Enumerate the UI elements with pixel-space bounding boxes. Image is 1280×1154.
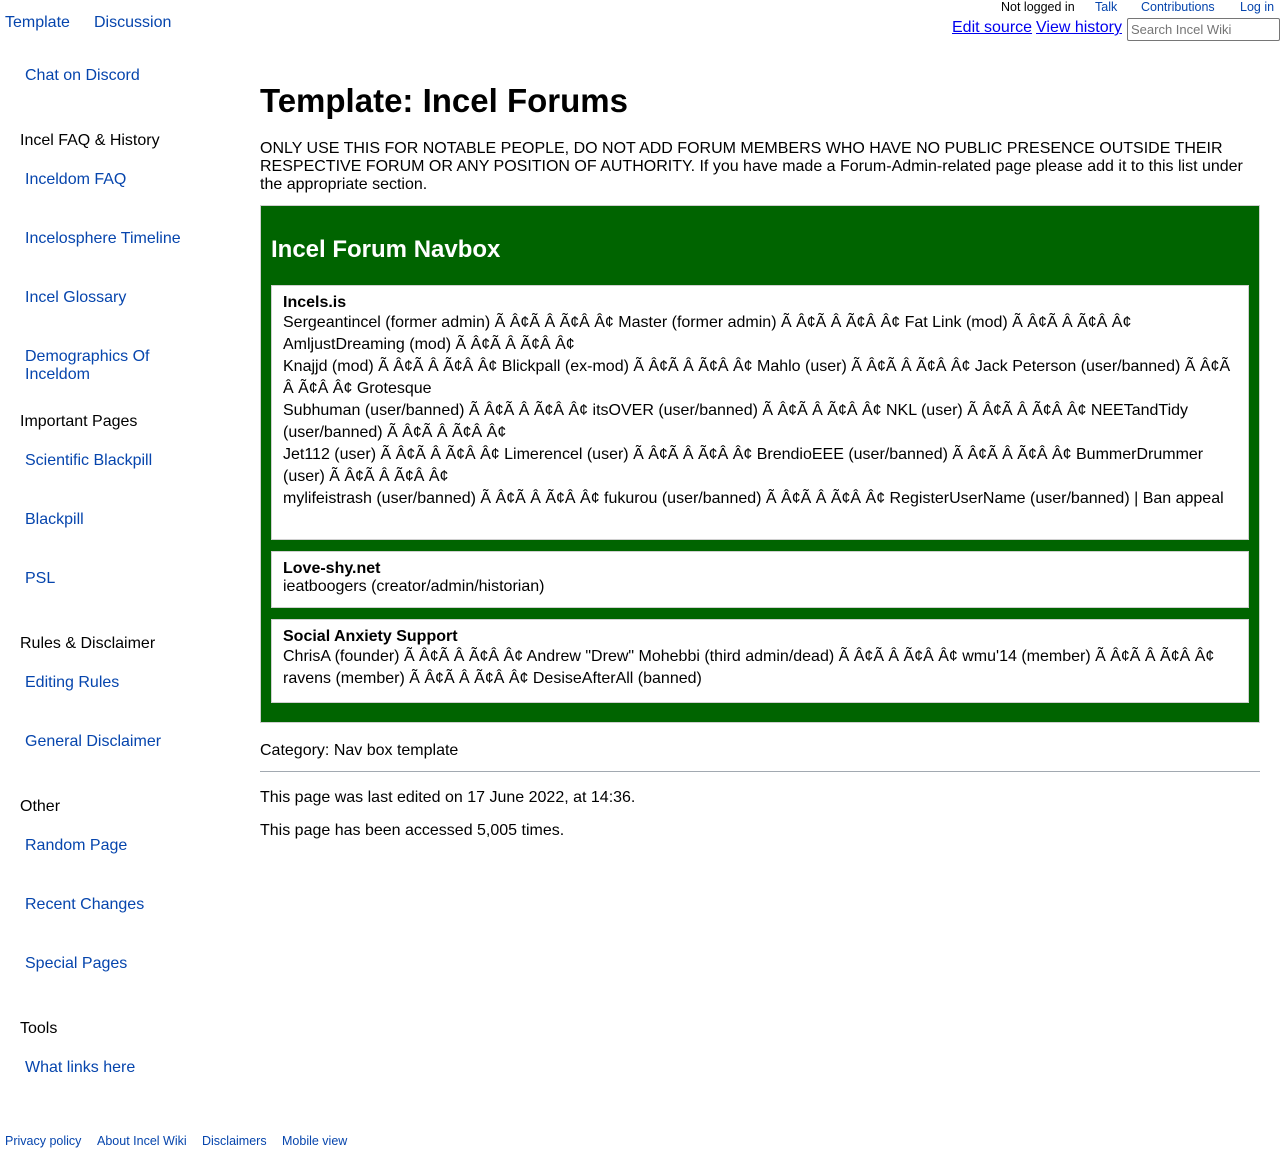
about-link[interactable]: About Incel Wiki [97, 1134, 187, 1148]
category-link[interactable]: Category: Nav box template [260, 742, 458, 760]
sidebar-heading-faq: Incel FAQ & History [20, 132, 160, 149]
navbox-group-social-anxiety-support: Social Anxiety Support ChrisA (founder) … [271, 619, 1249, 703]
talk-link[interactable]: Talk [1095, 0, 1117, 14]
group-members: ChrisA (founder) Ã Â¢Ã Â Ã¢Â Â¢ Andrew "… [283, 648, 1215, 687]
sidebar-item-editing-rules[interactable]: Editing Rules [25, 674, 205, 692]
navbox-group-incels-is: Incels.is Sergeantincel (former admin) Ã… [271, 285, 1249, 540]
sidebar-item-general-disclaimer[interactable]: General Disclaimer [25, 733, 205, 751]
edit-source-link[interactable]: Edit source [952, 19, 1032, 37]
sidebar-item-incel-glossary[interactable]: Incel Glossary [25, 289, 205, 307]
sidebar-item-incelosphere-timeline[interactable]: Incelosphere Timeline [25, 230, 205, 248]
navbox-group-love-shy: Love-shy.net ieatboogers (creator/admin/… [271, 551, 1249, 608]
view-history-link[interactable]: View history [1036, 19, 1122, 37]
sidebar-heading-tools: Tools [20, 1020, 58, 1037]
sidebar-item-scientific-blackpill[interactable]: Scientific Blackpill [25, 452, 205, 470]
sidebar-item-what-links-here[interactable]: What links here [25, 1059, 205, 1077]
template-notice: ONLY USE THIS FOR NOTABLE PEOPLE, DO NOT… [260, 140, 1243, 193]
divider [260, 771, 1260, 772]
sidebar-item-chat-on-discord[interactable]: Chat on Discord [25, 67, 205, 85]
disclaimers-link[interactable]: Disclaimers [202, 1134, 267, 1148]
mobile-view-link[interactable]: Mobile view [282, 1134, 347, 1148]
group-members: Jet112 (user) Ã Â¢Ã Â Ã¢Â Â¢ Limerencel … [283, 446, 1204, 485]
privacy-policy-link[interactable]: Privacy policy [5, 1134, 81, 1148]
sidebar-item-random-page[interactable]: Random Page [25, 837, 205, 855]
group-members: Sergeantincel (former admin) Ã Â¢Ã Â Ã¢Â… [283, 314, 1132, 353]
search-input[interactable] [1127, 18, 1280, 41]
group-title: Social Anxiety Support [283, 628, 458, 645]
navbox-title: Incel Forum Navbox [271, 236, 501, 263]
sidebar-item-blackpill[interactable]: Blackpill [25, 511, 205, 529]
tab-template[interactable]: Template [5, 14, 70, 32]
sidebar-heading-important: Important Pages [20, 413, 138, 430]
page-title: Template: Incel Forums [260, 82, 628, 119]
sidebar-item-inceldom-faq[interactable]: Inceldom FAQ [25, 171, 205, 189]
sidebar-heading-other: Other [20, 798, 61, 815]
navbox: Incel Forum Navbox Incels.is Sergeantinc… [260, 205, 1260, 723]
group-title: Incels.is [283, 294, 347, 311]
group-members: Subhuman (user/banned) Ã Â¢Ã Â Ã¢Â Â¢ it… [283, 402, 1189, 441]
access-count-info: This page has been accessed 5,005 times. [260, 822, 565, 839]
last-edited-info: This page was last edited on 17 June 202… [260, 789, 636, 806]
contributions-link[interactable]: Contributions [1141, 0, 1215, 14]
sidebar-heading-rules: Rules & Disclaimer [20, 635, 156, 652]
group-members: ieatboogers (creator/admin/historian) [283, 578, 545, 595]
sidebar-item-psl[interactable]: PSL [25, 570, 205, 588]
login-status: Not logged in [1001, 0, 1075, 14]
group-title: Love-shy.net [283, 560, 381, 577]
group-members: Knajjd (mod) Ã Â¢Ã Â Ã¢Â Â¢ Blickpall (e… [283, 358, 1231, 397]
group-members: mylifeistrash (user/banned) Ã Â¢Ã Â Ã¢Â … [283, 490, 1224, 507]
sidebar-item-special-pages[interactable]: Special Pages [25, 955, 205, 973]
sidebar-item-recent-changes[interactable]: Recent Changes [25, 896, 205, 914]
sidebar-item-demographics[interactable]: Demographics Of Inceldom [25, 348, 175, 384]
tab-discussion[interactable]: Discussion [94, 14, 171, 32]
login-link[interactable]: Log in [1240, 0, 1274, 14]
